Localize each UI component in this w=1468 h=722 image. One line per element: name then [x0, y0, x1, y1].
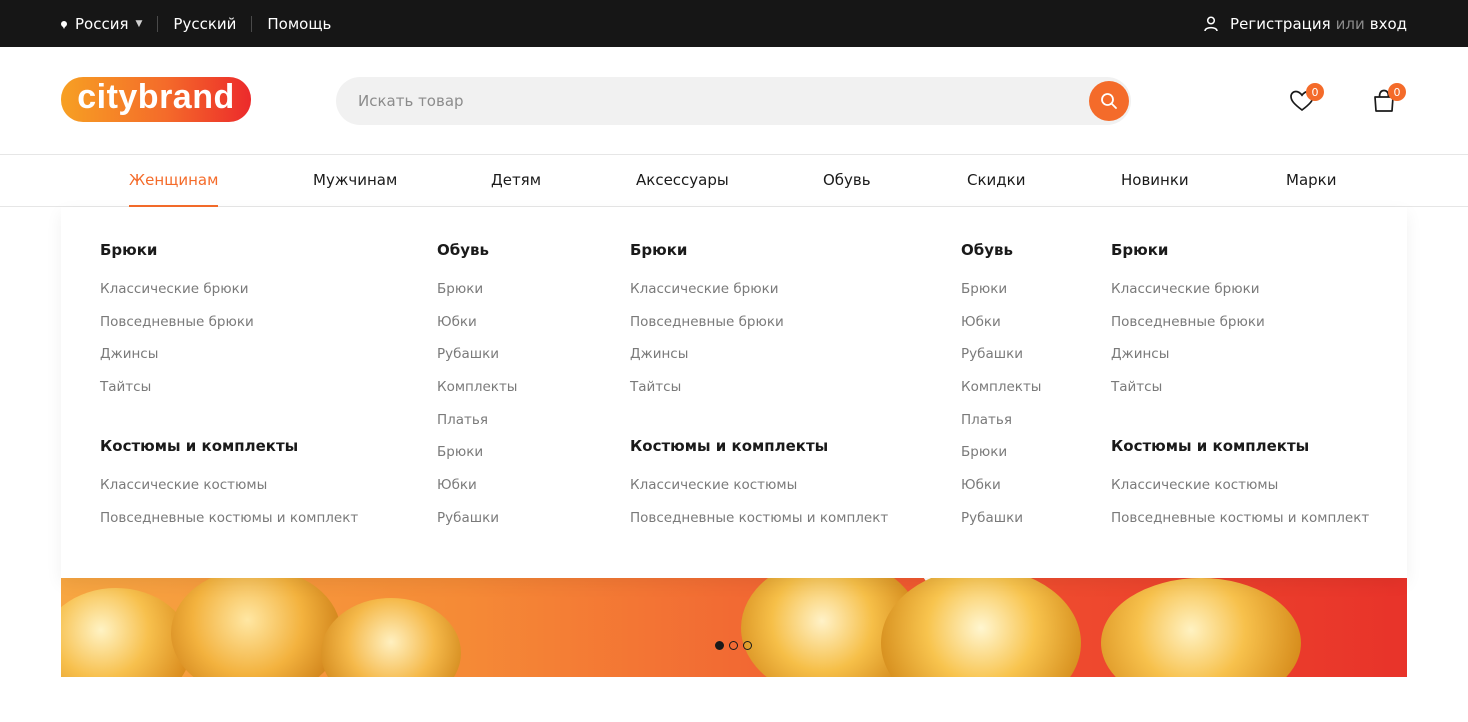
nav-item-women[interactable]: Женщинам	[129, 155, 219, 207]
menu-link[interactable]: Классические брюки	[630, 281, 779, 297]
balloon-image	[881, 578, 1081, 677]
language-selector[interactable]: Русский	[173, 15, 236, 33]
menu-link[interactable]: Юбки	[961, 477, 1001, 493]
menu-section-title[interactable]: Обувь	[437, 241, 489, 259]
menu-link[interactable]: Юбки	[961, 314, 1001, 330]
login-link[interactable]: вход	[1370, 15, 1407, 33]
category-nav: Женщинам Мужчинам Детям Аксессуары Обувь…	[0, 155, 1468, 207]
menu-section-title[interactable]: Обувь	[961, 241, 1013, 259]
menu-link[interactable]: Платья	[961, 412, 1012, 428]
balloon-image	[171, 578, 341, 677]
header: citybrand 0 0	[0, 47, 1468, 155]
menu-section-title[interactable]: Брюки	[1111, 241, 1168, 259]
menu-link[interactable]: Классические брюки	[1111, 281, 1260, 297]
top-bar-left: Россия ▼ Русский Помощь	[61, 0, 331, 47]
help-label: Помощь	[267, 14, 332, 33]
nav-item-sale[interactable]: Скидки	[967, 155, 1025, 207]
menu-link[interactable]: Брюки	[437, 444, 483, 460]
menu-link[interactable]: Классические костюмы	[630, 477, 797, 493]
menu-section-title[interactable]: Костюмы и комплекты	[100, 437, 298, 455]
menu-link[interactable]: Классические костюмы	[1111, 477, 1278, 493]
menu-link[interactable]: Джинсы	[630, 346, 688, 362]
menu-link[interactable]: Тайтсы	[100, 379, 151, 395]
nav-item-brands[interactable]: Марки	[1286, 155, 1336, 207]
menu-link[interactable]: Комплекты	[961, 379, 1041, 395]
slider-dot[interactable]	[715, 641, 724, 650]
menu-link[interactable]: Юбки	[437, 477, 477, 493]
language-label: Русский	[173, 14, 237, 33]
top-bar-right: Регистрация или вход	[1204, 0, 1407, 47]
or-label: или	[1335, 14, 1365, 33]
menu-section-title[interactable]: Брюки	[630, 241, 687, 259]
wishlist-count-badge: 0	[1306, 83, 1324, 101]
region-label: Россия	[75, 14, 129, 33]
nav-item-men[interactable]: Мужчинам	[313, 155, 397, 207]
region-selector[interactable]: Россия ▼	[61, 15, 142, 33]
menu-link[interactable]: Тайтсы	[1111, 379, 1162, 395]
menu-link[interactable]: Рубашки	[437, 510, 499, 526]
wishlist-button[interactable]: 0	[1288, 83, 1324, 117]
menu-link[interactable]: Рубашки	[961, 510, 1023, 526]
mega-menu: Брюки Классические брюки Повседневные бр…	[61, 207, 1407, 578]
chevron-down-icon: ▼	[135, 18, 143, 29]
menu-link[interactable]: Повседневные костюмы и комплект	[100, 510, 358, 526]
slider-dot[interactable]	[743, 641, 752, 650]
menu-link[interactable]: Повседневные костюмы и комплект	[630, 510, 888, 526]
nav-item-shoes[interactable]: Обувь	[823, 155, 871, 207]
divider	[157, 15, 159, 32]
menu-section-title[interactable]: Брюки	[100, 241, 157, 259]
search-input[interactable]	[358, 77, 1078, 125]
menu-section-title[interactable]: Костюмы и комплекты	[1111, 437, 1309, 455]
location-pin-icon	[61, 20, 67, 29]
menu-link[interactable]: Тайтсы	[630, 379, 681, 395]
nav-item-new[interactable]: Новинки	[1121, 155, 1189, 207]
menu-link[interactable]: Повседневные брюки	[630, 314, 784, 330]
menu-link[interactable]: Повседневные брюки	[1111, 314, 1265, 330]
balloon-image	[321, 598, 461, 677]
menu-link[interactable]: Брюки	[961, 444, 1007, 460]
menu-link[interactable]: Платья	[437, 412, 488, 428]
slider-dots	[715, 641, 752, 650]
hero-banner[interactable]	[61, 578, 1407, 677]
menu-link[interactable]: Юбки	[437, 314, 477, 330]
menu-link[interactable]: Рубашки	[437, 346, 499, 362]
nav-item-kids[interactable]: Детям	[491, 155, 541, 207]
menu-link[interactable]: Повседневные брюки	[100, 314, 254, 330]
balloon-image	[1101, 578, 1301, 677]
user-icon	[1204, 15, 1218, 31]
search-icon	[1101, 93, 1117, 109]
top-bar: Россия ▼ Русский Помощь Регистрация или …	[0, 0, 1468, 47]
menu-link[interactable]: Рубашки	[961, 346, 1023, 362]
divider	[251, 15, 253, 32]
register-link[interactable]: Регистрация	[1230, 15, 1331, 33]
logo[interactable]: citybrand	[61, 77, 251, 122]
menu-link[interactable]: Классические брюки	[100, 281, 249, 297]
menu-link[interactable]: Джинсы	[100, 346, 158, 362]
search-bar	[336, 77, 1131, 125]
cart-button[interactable]: 0	[1370, 83, 1406, 117]
menu-link[interactable]: Классические костюмы	[100, 477, 267, 493]
menu-link[interactable]: Джинсы	[1111, 346, 1169, 362]
cart-count-badge: 0	[1388, 83, 1406, 101]
menu-link[interactable]: Повседневные костюмы и комплект	[1111, 510, 1369, 526]
menu-section-title[interactable]: Костюмы и комплекты	[630, 437, 828, 455]
menu-link[interactable]: Брюки	[961, 281, 1007, 297]
slider-dot[interactable]	[729, 641, 738, 650]
search-button[interactable]	[1089, 81, 1129, 121]
menu-link[interactable]: Брюки	[437, 281, 483, 297]
help-link[interactable]: Помощь	[267, 15, 331, 33]
menu-link[interactable]: Комплекты	[437, 379, 517, 395]
nav-item-accessories[interactable]: Аксессуары	[636, 155, 729, 207]
